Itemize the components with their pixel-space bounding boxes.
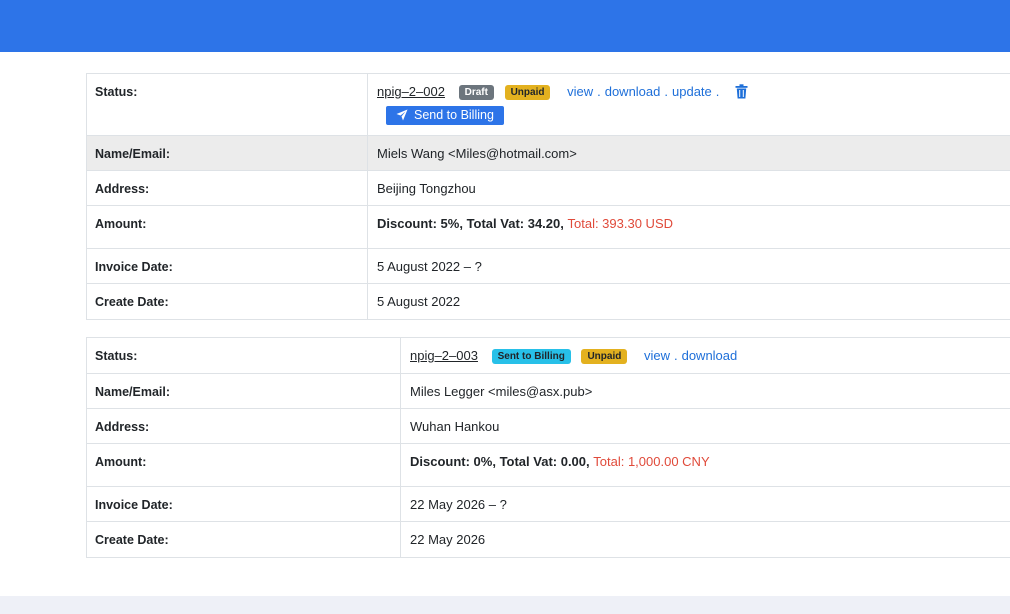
invoice-date-value: 22 May 2026 – ? bbox=[410, 497, 507, 512]
invoice-date-label: Invoice Date: bbox=[87, 487, 401, 521]
paper-plane-icon bbox=[396, 109, 408, 121]
address-row: Address: Wuhan Hankou bbox=[87, 409, 1010, 444]
address-value: Wuhan Hankou bbox=[410, 419, 500, 434]
invoice-date-row: Invoice Date: 5 August 2022 – ? bbox=[87, 249, 1010, 284]
address-value: Beijing Tongzhou bbox=[377, 181, 476, 196]
create-date-value: 22 May 2026 bbox=[410, 532, 486, 547]
status-value: npig–2–002 Draft Unpaid view. download. up… bbox=[368, 74, 1010, 135]
status-value: npig–2–003 Sent to Billing Unpaid view. d… bbox=[410, 348, 738, 364]
download-link[interactable]: download bbox=[682, 348, 738, 363]
status-label: Status: bbox=[87, 74, 368, 135]
name-email-row: Name/Email: Miels Wang <Miles@hotmail.co… bbox=[87, 136, 1010, 171]
invoice-date-label: Invoice Date: bbox=[87, 249, 368, 283]
trash-icon[interactable] bbox=[735, 84, 748, 102]
view-link[interactable]: view bbox=[567, 84, 593, 99]
invoice-card: Status: npig–2–002 Draft Unpaid view. dow… bbox=[86, 73, 1010, 320]
amount-summary: Discount: 5%, Total Vat: 34.20, bbox=[377, 216, 564, 231]
view-link[interactable]: view bbox=[644, 348, 670, 363]
status-row: Status: npig–2–003 Sent to Billing Unpai… bbox=[87, 338, 1010, 374]
invoice-date-value: 5 August 2022 – ? bbox=[377, 259, 482, 274]
create-date-value: 5 August 2022 bbox=[377, 294, 461, 309]
unpaid-badge: Unpaid bbox=[504, 85, 551, 100]
create-date-label: Create Date: bbox=[87, 522, 401, 557]
amount-row: Amount: Discount: 0%, Total Vat: 0.00, T… bbox=[87, 444, 1010, 487]
amount-value: Discount: 0%, Total Vat: 0.00, Total: 1,… bbox=[401, 444, 1010, 486]
send-to-billing-label: Send to Billing bbox=[414, 108, 494, 122]
amount-value: Discount: 5%, Total Vat: 34.20, Total: 3… bbox=[368, 206, 1010, 248]
name-email-label: Name/Email: bbox=[87, 136, 368, 170]
invoice-date-row: Invoice Date: 22 May 2026 – ? bbox=[87, 487, 1010, 522]
amount-label: Amount: bbox=[87, 206, 368, 248]
update-link[interactable]: update bbox=[672, 84, 712, 99]
total-amount: Total: 1,000.00 CNY bbox=[593, 454, 710, 469]
footer-bar bbox=[0, 596, 1010, 614]
name-email-value: Miels Wang <Miles@hotmail.com> bbox=[377, 146, 577, 161]
invoice-number-link[interactable]: npig–2–003 bbox=[410, 348, 478, 363]
draft-badge: Draft bbox=[458, 85, 494, 100]
status-row: Status: npig–2–002 Draft Unpaid view. dow… bbox=[87, 74, 1010, 136]
name-email-row: Name/Email: Miles Legger <miles@asx.pub> bbox=[87, 374, 1010, 409]
name-email-value: Miles Legger <miles@asx.pub> bbox=[410, 384, 593, 399]
download-link[interactable]: download bbox=[605, 84, 661, 99]
header-bar bbox=[0, 0, 1010, 52]
total-amount: Total: 393.30 USD bbox=[567, 216, 674, 231]
address-label: Address: bbox=[87, 409, 401, 443]
amount-label: Amount: bbox=[87, 444, 401, 486]
unpaid-badge: Unpaid bbox=[581, 349, 628, 364]
create-date-row: Create Date: 22 May 2026 bbox=[87, 522, 1010, 557]
amount-row: Amount: Discount: 5%, Total Vat: 34.20, … bbox=[87, 206, 1010, 249]
send-to-billing-button[interactable]: Send to Billing bbox=[386, 106, 504, 125]
name-email-label: Name/Email: bbox=[87, 374, 401, 408]
create-date-row: Create Date: 5 August 2022 bbox=[87, 284, 1010, 319]
invoice-number-link[interactable]: npig–2–002 bbox=[377, 84, 445, 99]
address-label: Address: bbox=[87, 171, 368, 205]
amount-summary: Discount: 0%, Total Vat: 0.00, bbox=[410, 454, 590, 469]
create-date-label: Create Date: bbox=[87, 284, 368, 319]
status-label: Status: bbox=[87, 338, 401, 373]
invoice-card: Status: npig–2–003 Sent to Billing Unpai… bbox=[86, 337, 1010, 558]
address-row: Address: Beijing Tongzhou bbox=[87, 171, 1010, 206]
sent-to-billing-badge: Sent to Billing bbox=[491, 349, 571, 364]
